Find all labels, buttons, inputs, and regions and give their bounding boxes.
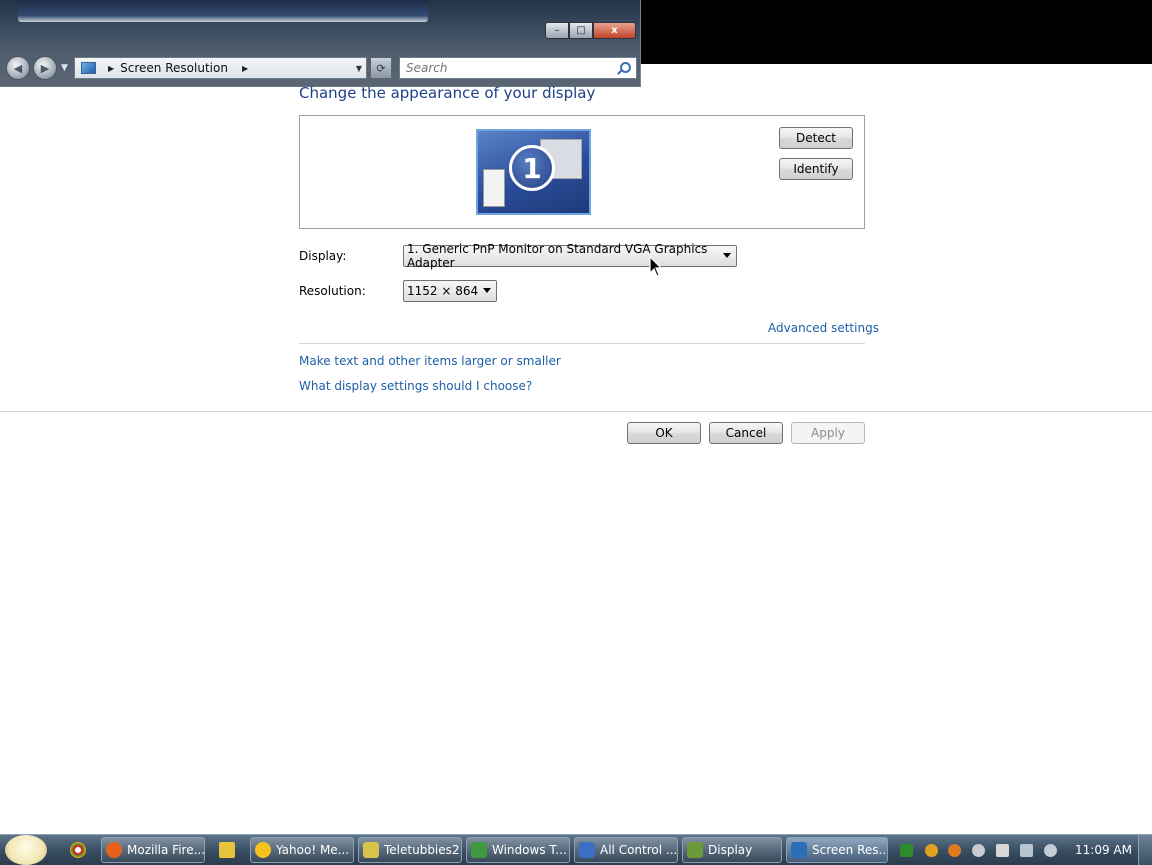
taskbar-item-label: Windows T... bbox=[492, 843, 567, 857]
taskbar: Mozilla Fire... Yahoo! Me... Teletubbies… bbox=[0, 834, 1152, 865]
ok-button[interactable]: OK bbox=[627, 422, 701, 444]
taskbar-clock[interactable]: 11:09 AM bbox=[1075, 843, 1132, 857]
display-help-link[interactable]: What display settings should I choose? bbox=[299, 379, 532, 393]
folder-icon[interactable] bbox=[219, 842, 235, 858]
taskbar-item-label: All Control ... bbox=[600, 843, 678, 857]
back-button[interactable]: ◀ bbox=[6, 56, 30, 80]
tray-app-icon[interactable] bbox=[900, 844, 913, 857]
display-settings-icon bbox=[687, 842, 703, 858]
display-select[interactable]: 1. Generic PnP Monitor on Standard VGA G… bbox=[403, 242, 737, 270]
taskbar-item-label: Teletubbies2 bbox=[384, 843, 460, 857]
recent-pages-dropdown[interactable]: ▼ bbox=[61, 63, 68, 73]
task-manager-icon bbox=[471, 842, 487, 858]
page-title: Change the appearance of your display bbox=[299, 84, 596, 102]
title-bar-background bbox=[18, 0, 428, 22]
taskbar-item-yahoo[interactable]: Yahoo! Me... bbox=[250, 837, 354, 863]
identify-button[interactable]: Identify bbox=[779, 158, 853, 180]
taskbar-item-label: Display bbox=[708, 843, 753, 857]
taskbar-item-label: Screen Res... bbox=[812, 843, 888, 857]
breadcrumb-chevron-icon[interactable]: ▶ bbox=[242, 64, 248, 73]
taskbar-item-teletubbies[interactable]: Teletubbies2 bbox=[358, 837, 462, 863]
firefox-icon bbox=[106, 842, 122, 858]
resolution-select-value: 1152 × 864 bbox=[407, 284, 479, 298]
window-controls: – □ x bbox=[545, 22, 636, 40]
address-dropdown-icon[interactable]: ▼ bbox=[356, 64, 362, 73]
chrome-icon[interactable] bbox=[70, 842, 86, 858]
taskbar-item-label: Mozilla Fire... bbox=[127, 843, 205, 857]
breadcrumb[interactable]: Screen Resolution bbox=[120, 61, 228, 75]
show-desktop-button[interactable] bbox=[1138, 835, 1152, 865]
start-button[interactable] bbox=[5, 835, 47, 865]
breadcrumb-separator-icon[interactable]: ▶ bbox=[108, 64, 114, 73]
text-size-link[interactable]: Make text and other items larger or smal… bbox=[299, 354, 561, 368]
tray-messenger-icon[interactable] bbox=[972, 844, 985, 857]
taskbar-item-task-manager[interactable]: Windows T... bbox=[466, 837, 570, 863]
cancel-button[interactable]: Cancel bbox=[709, 422, 783, 444]
minimize-button[interactable]: – bbox=[545, 22, 569, 39]
window-chrome: – □ x ◀ ▶ ▼ ▶ Screen Resolution ▶ ▼ ⟳ bbox=[0, 0, 641, 87]
taskbar-item-control-panel[interactable]: All Control ... bbox=[574, 837, 678, 863]
desktop-background bbox=[640, 0, 1152, 64]
divider bbox=[299, 343, 865, 344]
mouse-cursor-icon bbox=[649, 256, 663, 277]
forward-button[interactable]: ▶ bbox=[33, 56, 57, 80]
control-panel-icon bbox=[579, 842, 595, 858]
apply-button[interactable]: Apply bbox=[791, 422, 865, 444]
taskbar-item-display[interactable]: Display bbox=[682, 837, 782, 863]
yahoo-messenger-icon bbox=[255, 842, 271, 858]
taskbar-item-label: Yahoo! Me... bbox=[276, 843, 350, 857]
monitor-icon bbox=[81, 62, 96, 74]
network-icon[interactable] bbox=[1020, 844, 1033, 857]
monitor-1-tile[interactable]: 1 bbox=[476, 129, 591, 215]
screen-resolution-icon bbox=[791, 842, 807, 858]
monitor-number-badge: 1 bbox=[509, 145, 555, 191]
search-input[interactable] bbox=[404, 60, 616, 76]
tray-search-icon[interactable] bbox=[948, 844, 961, 857]
advanced-settings-link[interactable]: Advanced settings bbox=[768, 321, 879, 335]
forward-arrow-icon: ▶ bbox=[40, 61, 50, 75]
taskbar-item-firefox[interactable]: Mozilla Fire... bbox=[101, 837, 205, 863]
display-label: Display: bbox=[299, 249, 347, 263]
detect-button[interactable]: Detect bbox=[779, 127, 853, 149]
refresh-icon: ⟳ bbox=[376, 61, 386, 75]
resolution-select[interactable]: 1152 × 864 bbox=[403, 280, 497, 302]
close-button[interactable]: x bbox=[593, 22, 636, 39]
chevron-down-icon bbox=[483, 288, 491, 293]
maximize-button[interactable]: □ bbox=[569, 22, 593, 39]
star-icon bbox=[363, 842, 379, 858]
refresh-button[interactable]: ⟳ bbox=[370, 57, 392, 79]
back-arrow-icon: ◀ bbox=[13, 61, 23, 75]
volume-icon[interactable] bbox=[1044, 844, 1057, 857]
action-center-icon[interactable] bbox=[996, 844, 1009, 857]
taskbar-item-screen-resolution[interactable]: Screen Res... bbox=[786, 837, 888, 863]
divider bbox=[0, 411, 1152, 412]
window-thumbnail bbox=[483, 169, 505, 207]
display-select-value: 1. Generic PnP Monitor on Standard VGA G… bbox=[407, 242, 708, 270]
search-box[interactable] bbox=[399, 57, 637, 79]
resolution-label: Resolution: bbox=[299, 284, 366, 298]
search-icon[interactable] bbox=[616, 60, 632, 76]
tray-update-icon[interactable] bbox=[925, 844, 938, 857]
address-bar[interactable]: ▶ Screen Resolution ▶ ▼ bbox=[74, 57, 367, 79]
chevron-down-icon bbox=[723, 253, 731, 258]
